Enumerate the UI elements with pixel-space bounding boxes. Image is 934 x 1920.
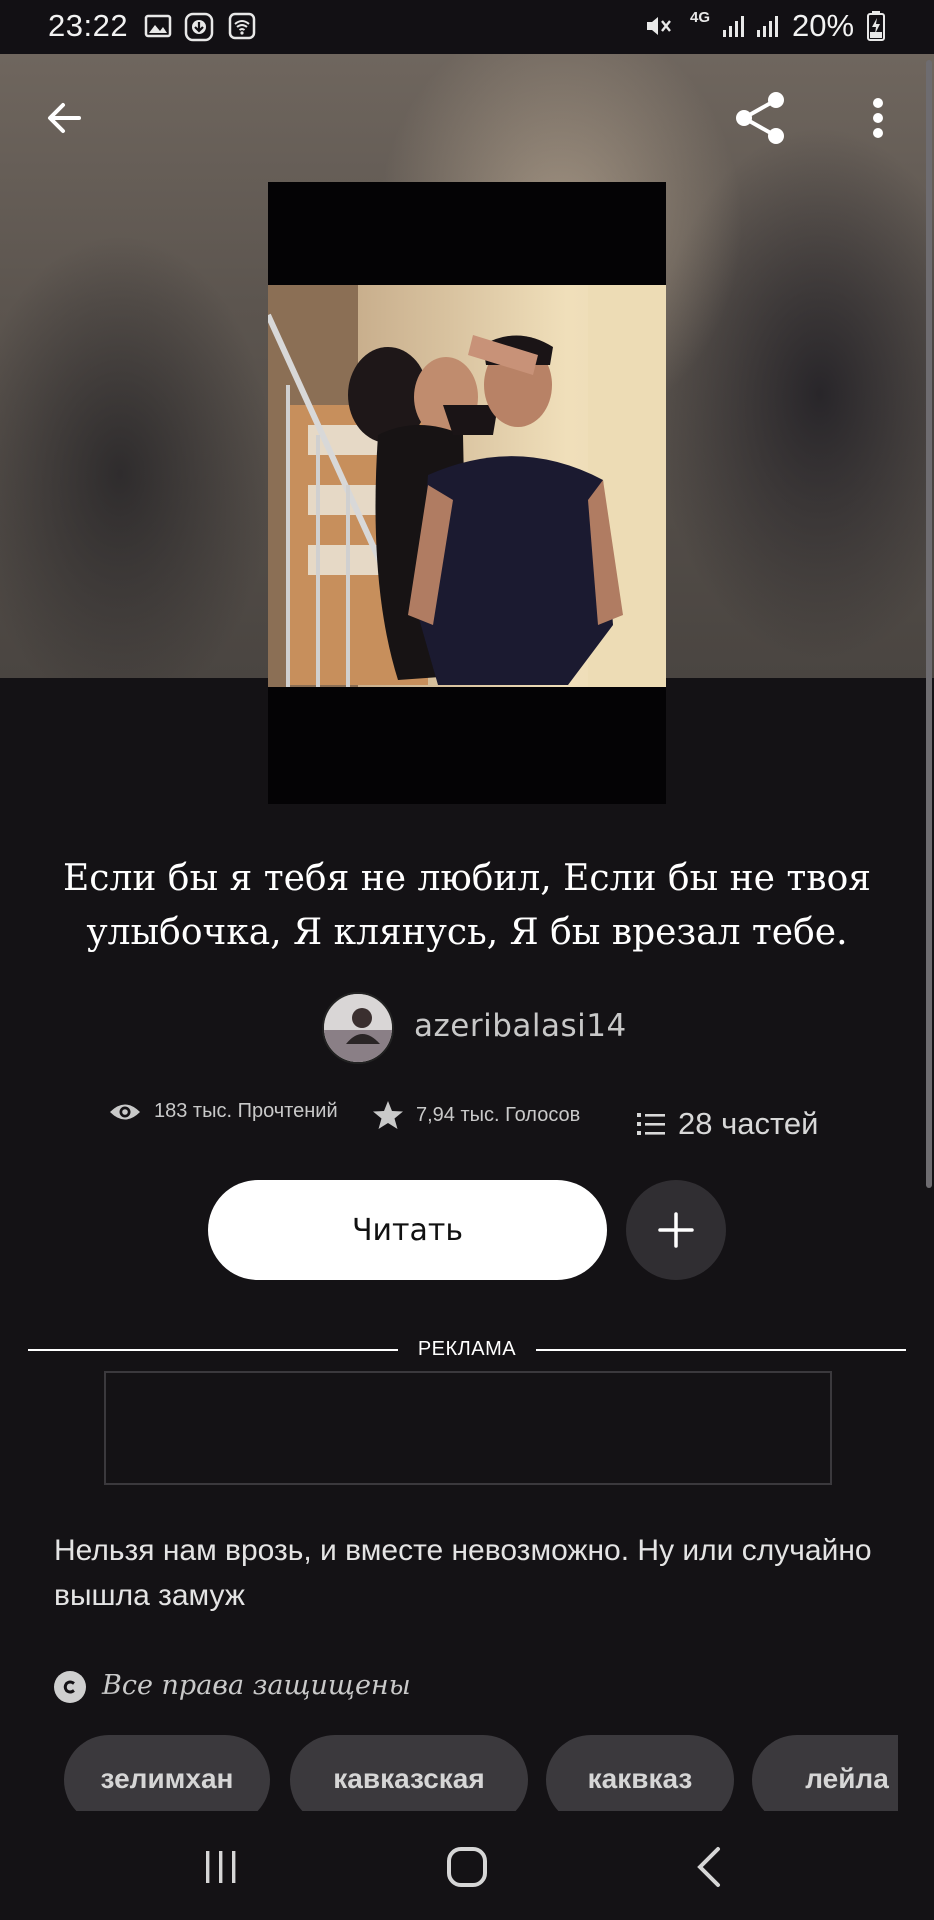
download-icon	[184, 12, 214, 42]
add-to-library-button[interactable]	[626, 1180, 726, 1280]
mute-icon	[644, 12, 672, 40]
cover-image	[268, 285, 666, 687]
wifi-icon	[228, 12, 256, 40]
scrollbar[interactable]	[926, 60, 932, 1188]
gallery-icon	[144, 12, 172, 40]
stat-reads: 183 тыс. Прочтений	[108, 1100, 338, 1123]
ad-divider-right	[536, 1349, 906, 1351]
home-button[interactable]	[430, 1835, 504, 1899]
read-button[interactable]: Читать	[208, 1180, 607, 1280]
stat-parts-label: 28 частей	[678, 1106, 819, 1141]
signal-icon-2	[754, 12, 782, 40]
stat-parts[interactable]: 28 частей	[636, 1106, 818, 1142]
ad-label: РЕКЛАМА	[417, 1338, 517, 1360]
recent-apps-icon	[206, 1851, 236, 1883]
story-description: Нельзя нам врозь, и вместе невозможно. Н…	[54, 1534, 872, 1612]
share-button[interactable]	[728, 86, 792, 150]
ad-divider-left	[28, 1349, 398, 1351]
signal-icon	[720, 12, 748, 40]
tag-chip[interactable]: лейла	[752, 1735, 898, 1811]
star-icon	[373, 1101, 403, 1129]
recent-apps-button[interactable]	[184, 1835, 258, 1899]
network-type: 4G	[690, 9, 711, 26]
story-title: Если бы я тебя не любил, Если бы не твоя…	[63, 858, 871, 953]
back-button[interactable]	[32, 86, 96, 150]
arrow-left-icon	[48, 103, 81, 133]
battery-percent: 20%	[792, 8, 855, 43]
share-icon	[736, 92, 784, 144]
more-options-button[interactable]	[846, 86, 910, 150]
ad-slot[interactable]	[104, 1371, 832, 1485]
status-bar: 23:22 4G 20%	[0, 0, 934, 54]
author-avatar[interactable]	[322, 992, 394, 1064]
status-time: 23:22	[48, 8, 129, 43]
plus-icon	[658, 1212, 694, 1248]
stat-votes-label: 7,94 тыс. Голосов	[416, 1103, 581, 1126]
tag-chip[interactable]: каквказ	[546, 1735, 734, 1811]
stat-reads-label: 183 тыс. Прочтений	[154, 1100, 338, 1122]
tag-chip[interactable]: зелимхан	[64, 1735, 270, 1811]
stat-votes: 7,94 тыс. Голосов	[372, 1100, 580, 1130]
copyright-icon	[54, 1671, 86, 1703]
more-vertical-icon	[873, 98, 883, 138]
chevron-left-icon	[697, 1847, 720, 1887]
tag-chip[interactable]: кавказская	[290, 1735, 528, 1811]
battery-charging-icon	[866, 10, 894, 41]
tags-row: зелимхан кавказская каквказ лейла	[0, 1735, 898, 1811]
eye-icon	[110, 1104, 140, 1119]
author-name[interactable]: azeribalasi14	[414, 1008, 627, 1044]
system-nav-bar	[0, 1811, 934, 1920]
list-icon	[637, 1113, 665, 1135]
copyright-label: Все права защищены	[102, 1670, 411, 1701]
nav-back-button[interactable]	[672, 1835, 746, 1899]
home-icon	[447, 1847, 487, 1887]
